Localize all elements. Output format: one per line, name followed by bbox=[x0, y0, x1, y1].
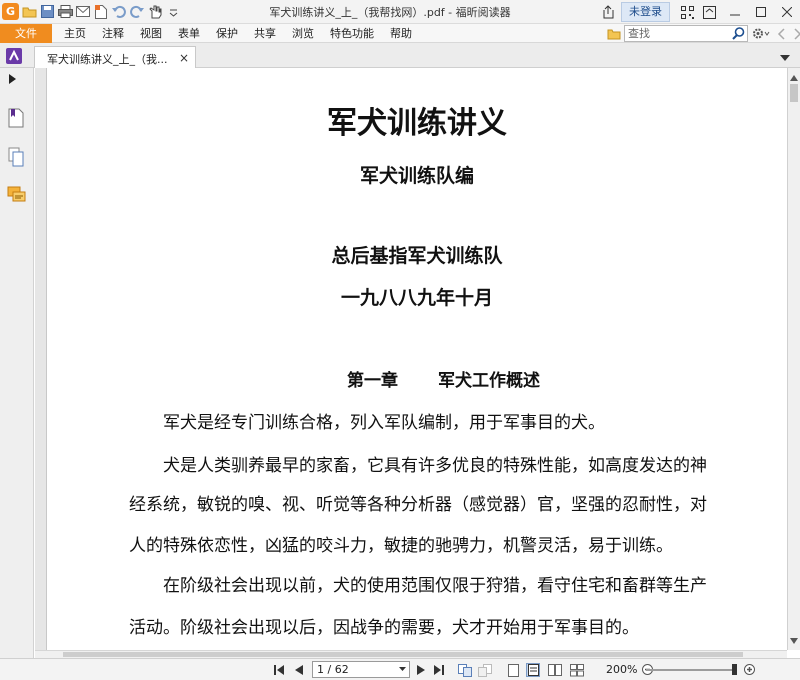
email-icon[interactable] bbox=[75, 4, 91, 20]
close-window-icon[interactable] bbox=[774, 0, 800, 24]
chapter-heading: 第一章 军犬工作概述 bbox=[347, 366, 540, 391]
body-line: 在阶级社会出现以前，犬的使用范围仅限于狩猎，看守住宅和畜群等生产 bbox=[129, 576, 707, 596]
search-box[interactable] bbox=[624, 25, 748, 42]
previous-page-icon[interactable] bbox=[292, 663, 306, 677]
foxit-doc-icon[interactable] bbox=[6, 48, 22, 64]
chapter-title: 军犬工作概述 bbox=[438, 371, 540, 391]
previous-view-icon[interactable] bbox=[458, 663, 472, 677]
bookmarks-icon[interactable] bbox=[7, 108, 27, 128]
document-tab-label: 军犬训练讲义_上_（我... bbox=[47, 53, 168, 66]
settings-gear-icon[interactable] bbox=[751, 26, 771, 42]
first-page-icon[interactable] bbox=[272, 663, 286, 677]
body-line: 犬是人类驯养最早的家畜，它具有许多优良的特殊性能，如高度发达的神 bbox=[129, 456, 707, 476]
single-page-view-icon[interactable] bbox=[506, 663, 520, 677]
customize-toolbar-icon[interactable] bbox=[165, 4, 181, 20]
ribbon-toggle-icon[interactable] bbox=[700, 3, 718, 21]
document-organization: 总后基指军犬训练队 bbox=[331, 245, 503, 267]
menu-bar: 文件 主页 注释 视图 表单 保护 共享 浏览 特色功能 帮助 bbox=[0, 24, 800, 43]
page-dropdown-icon[interactable] bbox=[399, 667, 406, 671]
scroll-down-icon[interactable] bbox=[790, 634, 798, 647]
new-document-icon[interactable] bbox=[93, 4, 109, 20]
body-line: 经系统，敏锐的嗅、视、听觉等各种分析器（感觉器）官，坚强的忍耐性，对 bbox=[129, 495, 707, 515]
folder-search-icon[interactable] bbox=[607, 26, 621, 42]
title-bar: G 军犬训练讲义_上_（我帮找网）.pdf - 福昕阅读器 未登录 bbox=[0, 0, 800, 24]
save-icon[interactable] bbox=[39, 4, 55, 20]
app-logo-icon[interactable]: G bbox=[2, 3, 19, 20]
qr-code-icon[interactable] bbox=[678, 3, 696, 21]
close-tab-icon[interactable]: × bbox=[179, 51, 189, 65]
share-icon[interactable] bbox=[599, 3, 617, 21]
status-bar: 1 / 62 200% bbox=[0, 658, 800, 680]
menu-features[interactable]: 特色功能 bbox=[330, 24, 374, 43]
menu-form[interactable]: 表单 bbox=[178, 24, 200, 43]
scroll-up-icon[interactable] bbox=[790, 71, 798, 84]
vertical-scroll-thumb[interactable] bbox=[790, 84, 798, 102]
document-date: 一九八八九年十月 bbox=[340, 287, 493, 309]
next-page-icon[interactable] bbox=[414, 663, 428, 677]
zoom-slider[interactable] bbox=[646, 669, 736, 671]
menu-home[interactable]: 主页 bbox=[64, 24, 86, 43]
body-line: 活动。阶级社会出现以后，因战争的需要，犬才开始用于军事目的。 bbox=[129, 618, 639, 638]
login-button[interactable]: 未登录 bbox=[621, 2, 670, 22]
last-page-icon[interactable] bbox=[432, 663, 446, 677]
menu-protect[interactable]: 保护 bbox=[216, 24, 238, 43]
menu-view[interactable]: 视图 bbox=[140, 24, 162, 43]
menu-comment[interactable]: 注释 bbox=[102, 24, 124, 43]
document-tab-strip: 军犬训练讲义_上_（我... × bbox=[0, 43, 800, 68]
horizontal-scroll-thumb[interactable] bbox=[63, 652, 743, 657]
zoom-in-icon[interactable] bbox=[742, 662, 756, 676]
tab-list-dropdown-icon[interactable] bbox=[780, 51, 790, 64]
undo-icon[interactable] bbox=[111, 4, 127, 20]
continuous-facing-view-icon[interactable] bbox=[570, 663, 584, 677]
facing-view-icon[interactable] bbox=[548, 663, 562, 677]
pdf-page: 军犬训练讲义 军犬训练队编 总后基指军犬训练队 一九八八九年十月 第一章 军犬工作… bbox=[46, 68, 787, 650]
window-title: 军犬训练讲义_上_（我帮找网）.pdf - 福昕阅读器 bbox=[269, 6, 511, 19]
menu-share[interactable]: 共享 bbox=[254, 24, 276, 43]
menu-help[interactable]: 帮助 bbox=[390, 24, 412, 43]
next-result-icon[interactable] bbox=[791, 26, 800, 42]
search-icon[interactable] bbox=[732, 27, 745, 43]
zoom-level[interactable]: 200% bbox=[606, 663, 637, 676]
previous-result-icon[interactable] bbox=[774, 26, 788, 42]
vertical-scrollbar[interactable] bbox=[787, 68, 800, 650]
menu-browse[interactable]: 浏览 bbox=[292, 24, 314, 43]
next-view-icon[interactable] bbox=[478, 663, 492, 677]
open-folder-icon[interactable] bbox=[21, 4, 37, 20]
expand-panel-icon[interactable] bbox=[9, 74, 16, 87]
body-line: 军犬是经专门训练合格，列入军队编制，用于军事目的犬。 bbox=[129, 413, 605, 433]
page-indicator: 1 / 62 bbox=[317, 663, 349, 676]
navigation-panel bbox=[0, 68, 34, 658]
document-viewport[interactable]: 军犬训练讲义 军犬训练队编 总后基指军犬训练队 一九八八九年十月 第一章 军犬工作… bbox=[35, 68, 787, 650]
page-thumbnails-icon[interactable] bbox=[7, 147, 27, 167]
search-input[interactable] bbox=[625, 26, 725, 41]
maximize-icon[interactable] bbox=[748, 0, 774, 24]
page-number-field[interactable]: 1 / 62 bbox=[312, 661, 410, 678]
body-line: 人的特殊依恋性，凶猛的咬斗力，敏捷的驰骋力，机警灵活，易于训练。 bbox=[129, 536, 673, 556]
minimize-icon[interactable] bbox=[722, 0, 748, 24]
horizontal-scrollbar[interactable] bbox=[35, 650, 787, 658]
comments-icon[interactable] bbox=[7, 186, 27, 206]
document-title: 军犬训练讲义 bbox=[327, 106, 507, 141]
document-tab[interactable]: 军犬训练讲义_上_（我... × bbox=[34, 46, 196, 68]
hand-tool-icon[interactable] bbox=[147, 4, 163, 20]
file-menu[interactable]: 文件 bbox=[0, 24, 52, 43]
quick-access-toolbar: G bbox=[2, 3, 181, 20]
chapter-number: 第一章 bbox=[347, 371, 398, 391]
document-editor: 军犬训练队编 bbox=[359, 165, 474, 187]
zoom-slider-thumb[interactable] bbox=[732, 664, 737, 675]
redo-icon[interactable] bbox=[129, 4, 145, 20]
continuous-view-icon[interactable] bbox=[526, 663, 540, 677]
print-icon[interactable] bbox=[57, 4, 73, 20]
